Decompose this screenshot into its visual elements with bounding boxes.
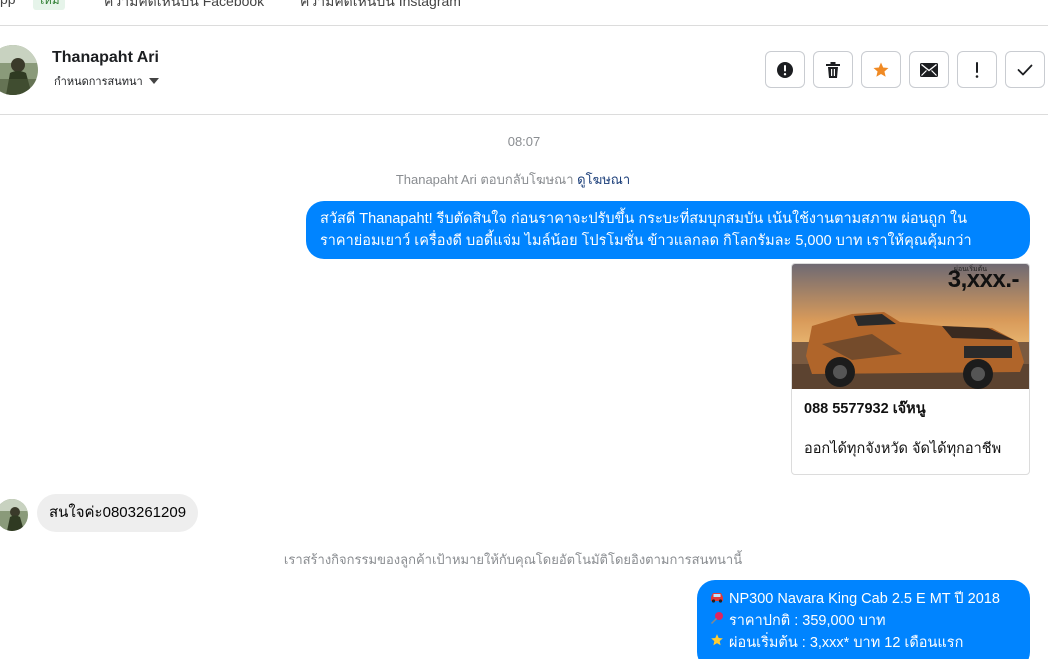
checkmark-icon	[1017, 64, 1033, 75]
view-ad-link[interactable]: ดูโฆษณา	[577, 172, 630, 187]
contact-name[interactable]: Thanapaht Ari	[52, 49, 159, 67]
star-icon	[709, 632, 725, 654]
tab-instagram-comments[interactable]: ความคิดเห็นบน Instagram	[300, 0, 461, 13]
message-line: ผ่อนเริ่มต้น : 3,xxx* บาท 12 เดือนแรก	[709, 632, 1018, 654]
price-overlay: 3,xxx.-	[947, 266, 1020, 293]
tab-partial[interactable]: pp	[0, 0, 16, 7]
outgoing-message[interactable]: สวัสดี Thanapaht! รีบตัดสินใจ ก่อนราคาจะ…	[306, 201, 1030, 259]
tab-facebook-comments[interactable]: ความคิดเห็นบน Facebook	[104, 0, 264, 13]
incoming-message[interactable]: สนใจค่ะ0803261209	[37, 494, 199, 532]
delete-button[interactable]	[813, 51, 853, 88]
envelope-icon	[920, 62, 938, 77]
conversation-header: Thanapaht Ari กำหนดการสนทนา	[0, 26, 1048, 115]
follow-up-button[interactable]	[957, 51, 997, 88]
message-line: สวัสดี Thanapaht! รีบตัดสินใจ ก่อนราคาจะ…	[320, 211, 968, 227]
message-timestamp: 08:07	[507, 134, 541, 149]
assign-conversation-dropdown[interactable]: กำหนดการสนทนา	[54, 72, 159, 90]
star-icon	[873, 62, 889, 77]
mark-done-button[interactable]	[1005, 51, 1045, 88]
message-line: ราคาย่อมเยาว์ เครื่องดี บอดี้แจ่ม ไมล์น้…	[320, 233, 972, 249]
ad-card[interactable]: ผ่อนเริ่มต้น 3,xxx.- 088 5577932 เจ๊หนู …	[791, 263, 1030, 475]
ad-card-image[interactable]: ผ่อนเริ่มต้น 3,xxx.-	[792, 264, 1029, 389]
trash-icon	[826, 61, 840, 78]
mark-unread-button[interactable]	[909, 51, 949, 88]
outgoing-message[interactable]: NP300 Navara King Cab 2.5 E MT ปี 2018 ร…	[697, 580, 1030, 659]
car-icon	[709, 588, 725, 610]
regular-price-text: ราคาปกติ : 359,000 บาท	[729, 613, 886, 629]
new-badge: ใหม่	[33, 0, 65, 10]
avatar[interactable]	[0, 499, 28, 531]
pushpin-icon	[709, 610, 725, 632]
assign-label: กำหนดการสนทนา	[54, 76, 143, 88]
chevron-down-icon	[148, 78, 159, 84]
star-button[interactable]	[861, 51, 901, 88]
system-note: เราสร้างกิจกรรมของลูกค้าเป้าหมายให้กับคุ…	[283, 552, 743, 567]
ad-reply-note: Thanapaht Ari ตอบกลับโฆษณา ดูโฆษณา	[0, 169, 1026, 190]
report-spam-button[interactable]	[765, 51, 805, 88]
alert-circle-icon	[777, 61, 793, 78]
message-line: ราคาปกติ : 359,000 บาท	[709, 610, 1018, 632]
car-model-text: NP300 Navara King Cab 2.5 E MT ปี 2018	[729, 591, 1000, 607]
ad-reply-text: Thanapaht Ari ตอบกลับโฆษณา	[395, 172, 574, 187]
message-line: NP300 Navara King Cab 2.5 E MT ปี 2018	[709, 588, 1018, 610]
ad-card-phone: 088 5577932 เจ๊หนู	[804, 401, 926, 417]
conversation-actions	[765, 51, 1045, 88]
installment-text: ผ่อนเริ่มต้น : 3,xxx* บาท 12 เดือนแรก	[729, 635, 964, 651]
exclamation-icon	[975, 61, 979, 78]
top-tabs: pp ใหม่ ความคิดเห็นบน Facebook ความคิดเห…	[0, 0, 1048, 10]
avatar[interactable]	[0, 45, 38, 95]
ad-card-description: ออกได้ทุกจังหวัด จัดได้ทุกอาชีพ	[804, 441, 1002, 457]
